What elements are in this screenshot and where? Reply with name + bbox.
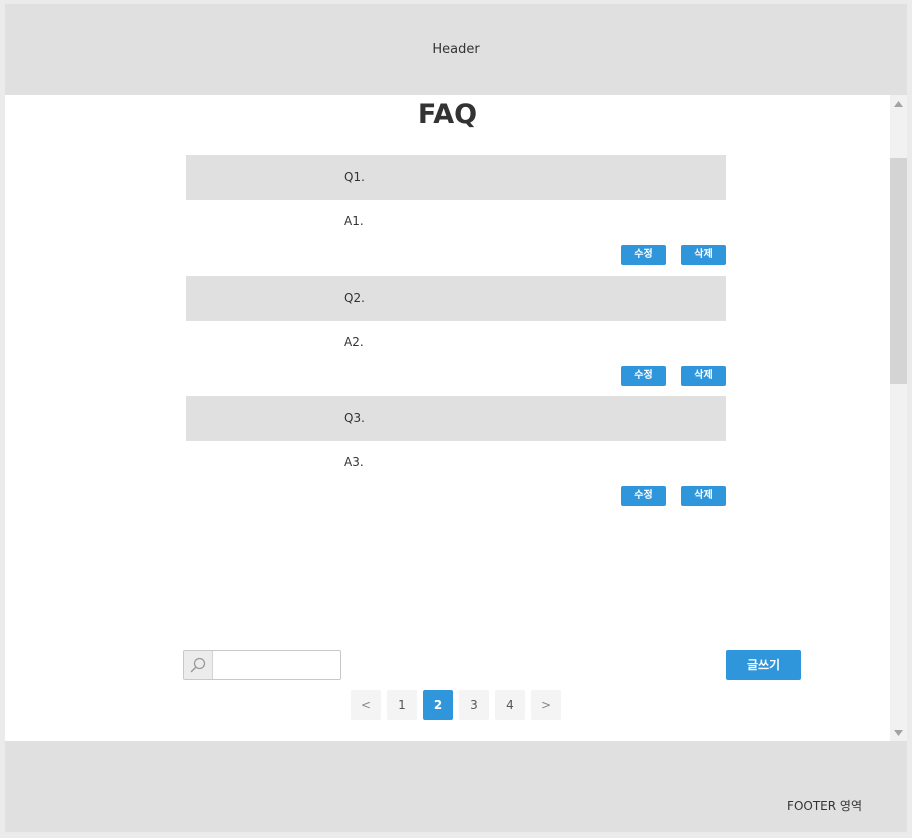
footer: FOOTER 영역	[5, 741, 907, 832]
scroll-up-arrow-icon[interactable]	[890, 95, 907, 112]
edit-button[interactable]: 수정	[621, 245, 666, 265]
delete-button[interactable]: 삭제	[681, 245, 726, 265]
page-button-2[interactable]: 2	[423, 690, 453, 720]
write-button[interactable]: 글쓰기	[726, 650, 801, 680]
header: Header	[5, 4, 907, 95]
faq-question[interactable]: Q2.	[186, 275, 726, 321]
faq-answer: A3.	[344, 455, 364, 469]
main-content: FAQ Q1. A1. 수정 삭제 Q2. A2. 수정 삭제 Q3. A3. …	[5, 95, 907, 741]
faq-item: Q3. A3. 수정 삭제	[186, 396, 726, 517]
prev-page-button[interactable]: <	[351, 690, 381, 720]
header-label: Header	[432, 42, 480, 57]
page-button-3[interactable]: 3	[459, 690, 489, 720]
faq-list: Q1. A1. 수정 삭제 Q2. A2. 수정 삭제 Q3. A3. 수정 삭…	[186, 155, 726, 517]
delete-button[interactable]: 삭제	[681, 365, 726, 386]
faq-item: Q2. A2. 수정 삭제	[186, 275, 726, 397]
next-page-button[interactable]: >	[531, 690, 561, 720]
page-title: FAQ	[417, 99, 478, 130]
scroll-down-arrow-icon[interactable]	[890, 724, 907, 741]
faq-question[interactable]: Q3.	[186, 396, 726, 441]
search-icon[interactable]	[184, 651, 213, 679]
footer-label: FOOTER 영역	[787, 799, 862, 813]
faq-answer: A1.	[344, 214, 364, 228]
faq-item: Q1. A1. 수정 삭제	[186, 155, 726, 276]
edit-button[interactable]: 수정	[621, 365, 666, 386]
pagination: < 1 2 3 4 >	[351, 690, 561, 720]
edit-button[interactable]: 수정	[621, 486, 666, 506]
app-frame: Header FAQ Q1. A1. 수정 삭제 Q2. A2. 수정 삭제 Q…	[5, 4, 907, 832]
page-button-4[interactable]: 4	[495, 690, 525, 720]
vertical-scrollbar[interactable]	[890, 95, 907, 741]
delete-button[interactable]: 삭제	[681, 486, 726, 506]
page-button-1[interactable]: 1	[387, 690, 417, 720]
faq-question[interactable]: Q1.	[186, 155, 726, 200]
search-box	[183, 650, 341, 680]
search-input[interactable]	[214, 651, 340, 679]
faq-answer: A2.	[344, 334, 364, 349]
scrollbar-thumb[interactable]	[890, 158, 907, 384]
